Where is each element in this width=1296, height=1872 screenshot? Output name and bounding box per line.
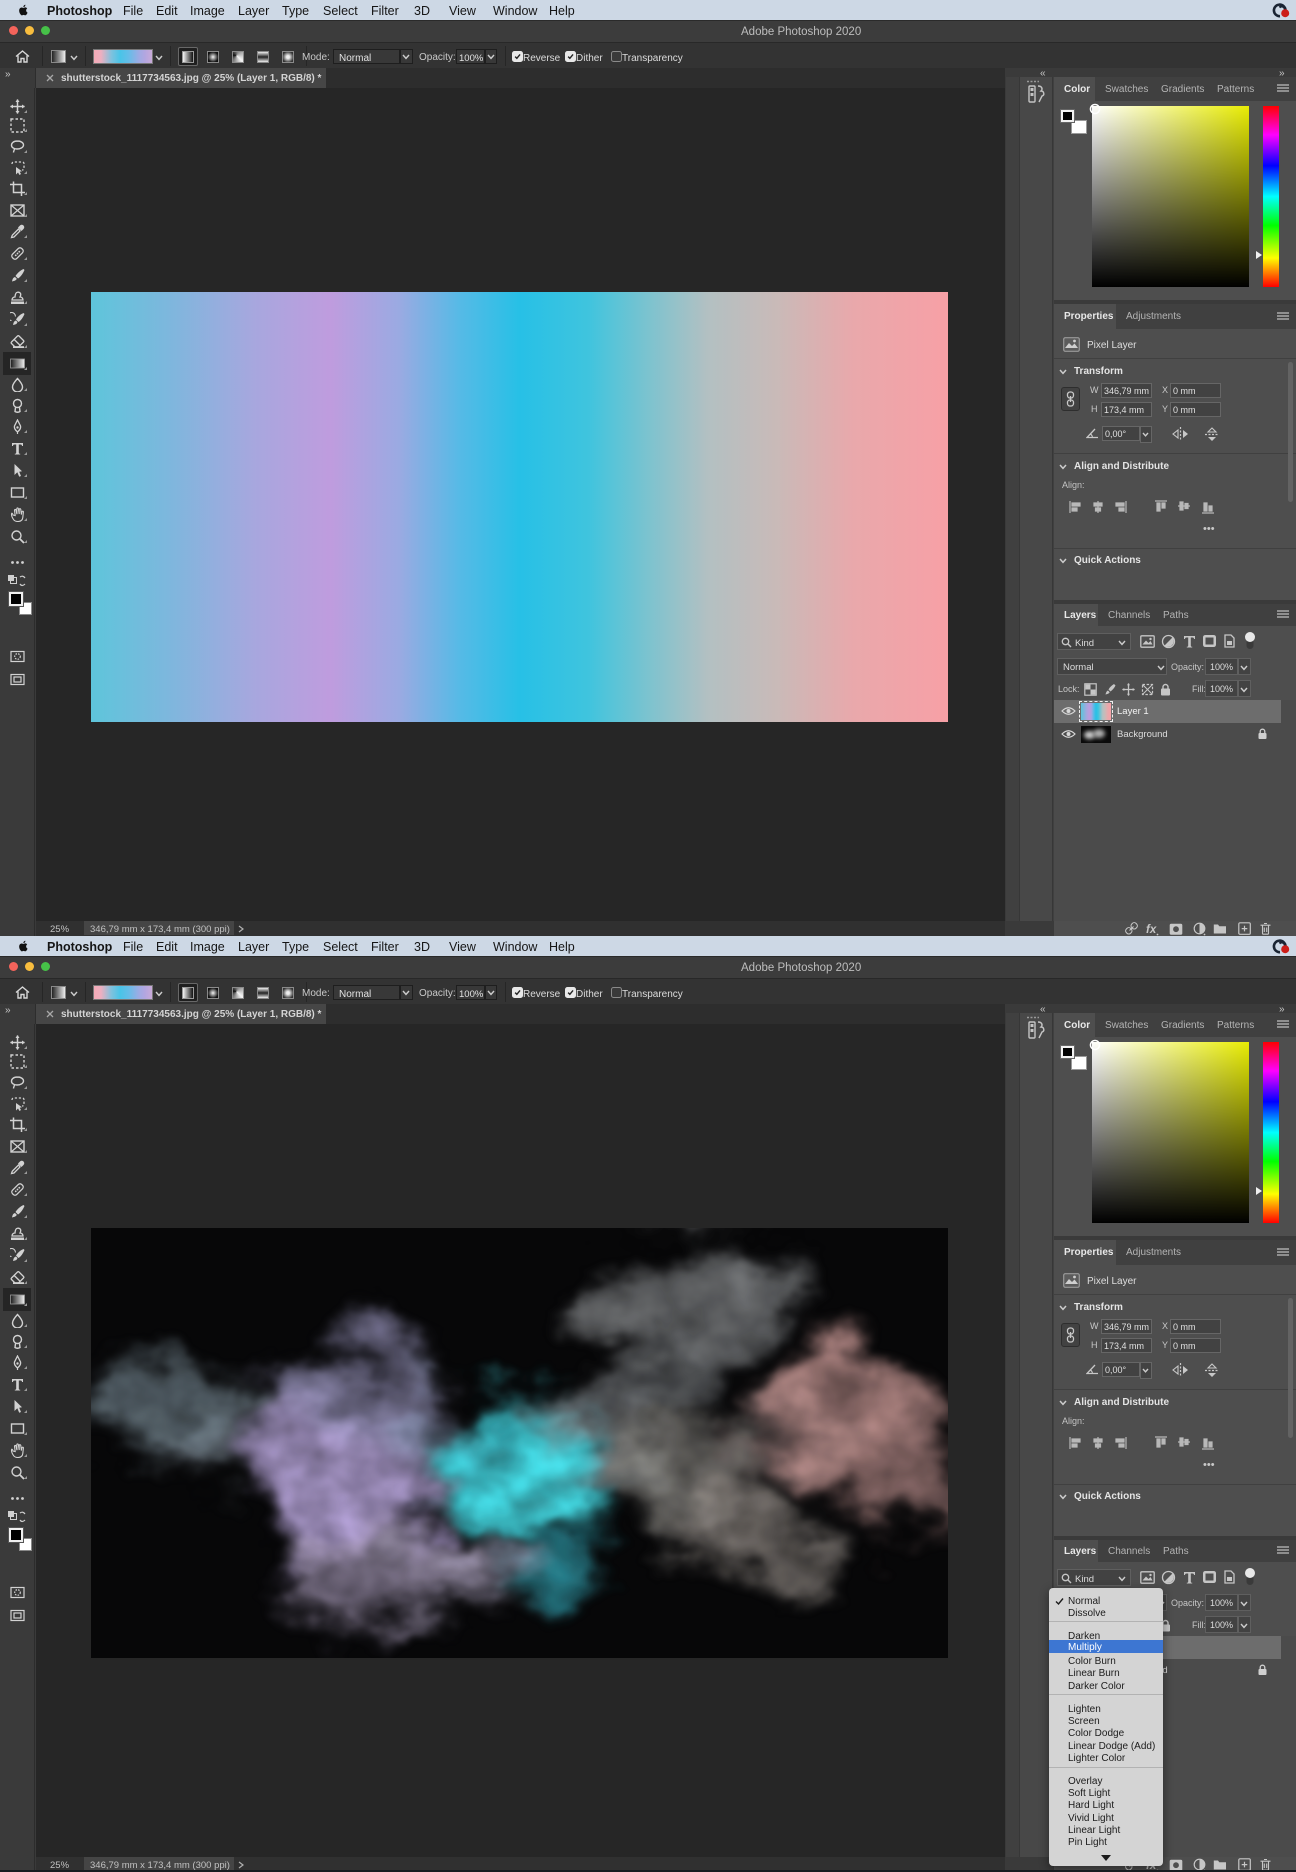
svg-text:fx: fx: [1146, 924, 1157, 936]
